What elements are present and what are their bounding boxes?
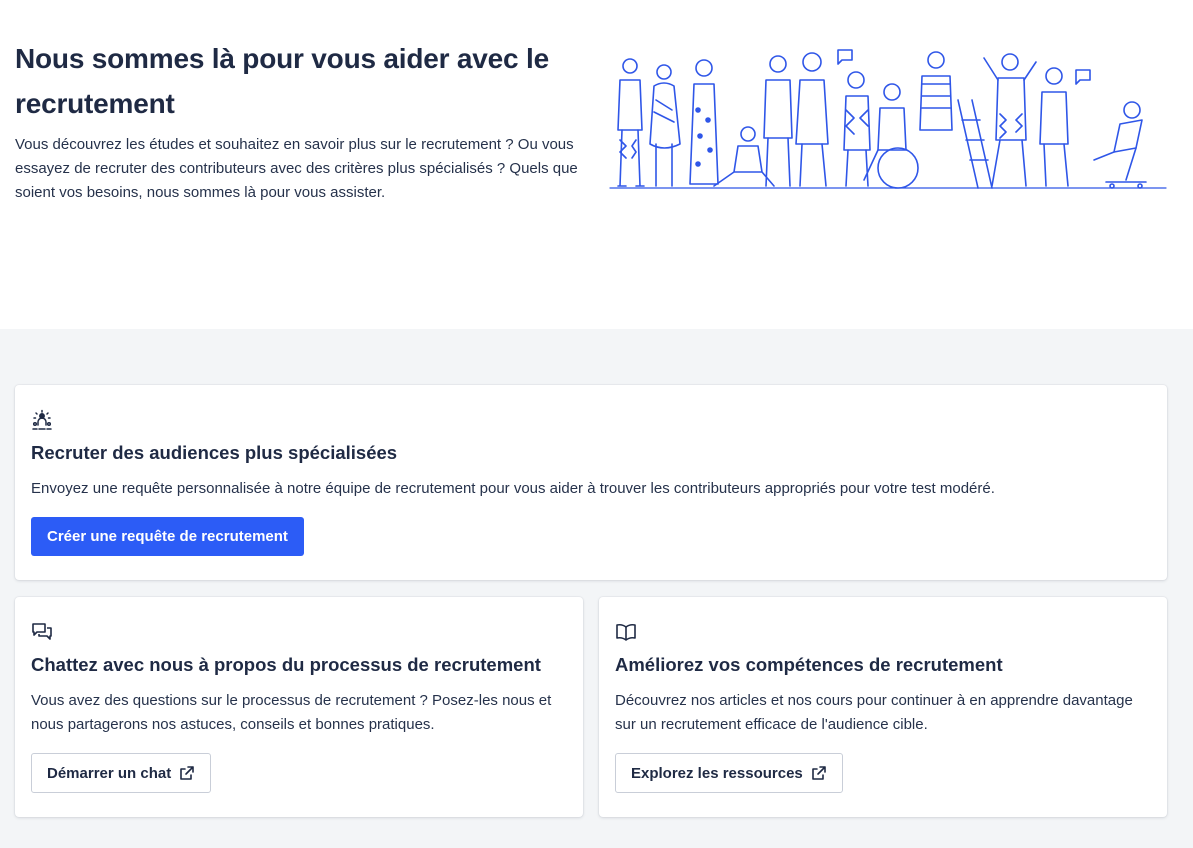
card-description: Envoyez une requête personnalisée à notr… (31, 480, 995, 497)
external-link-icon (811, 766, 826, 780)
card-description: Vous avez des questions sur le processus… (31, 692, 552, 733)
create-recruitment-request-button[interactable]: Créer une requête de recrutement (31, 517, 304, 556)
card-skills: Améliorez vos compétences de recrutement… (599, 597, 1167, 817)
resources-section: Recruter des audiences plus spécialisées… (0, 329, 1193, 848)
card-title: Recruter des audiences plus spécialisées (31, 442, 398, 463)
card-title: Chattez avec nous à propos du processus … (31, 654, 541, 675)
start-chat-button[interactable]: Démarrer un chat (31, 753, 212, 793)
explore-resources-button[interactable]: Explorez les ressources (615, 753, 843, 793)
card-title: Améliorez vos compétences de recrutement (615, 654, 1003, 675)
hero-title: Nous sommes là pour vous aider avec le r… (15, 43, 549, 119)
card-chat: Chattez avec nous à propos du processus … (15, 597, 583, 817)
hero-description: Vous découvrez les études et souhaitez e… (15, 136, 578, 201)
card-description: Découvrez nos articles et nos cours pour… (615, 692, 1133, 733)
external-link-icon (180, 766, 195, 780)
button-label: Démarrer un chat (47, 764, 172, 782)
button-label: Explorez les ressources (631, 764, 803, 782)
open-book-icon (616, 623, 636, 641)
hero-section: Nous sommes là pour vous aider avec le r… (0, 0, 1193, 329)
people-crowd-illustration (609, 49, 1167, 189)
audience-target-icon (32, 409, 52, 430)
chat-bubbles-icon (32, 623, 52, 640)
card-specialized-audiences: Recruter des audiences plus spécialisées… (15, 385, 1167, 580)
